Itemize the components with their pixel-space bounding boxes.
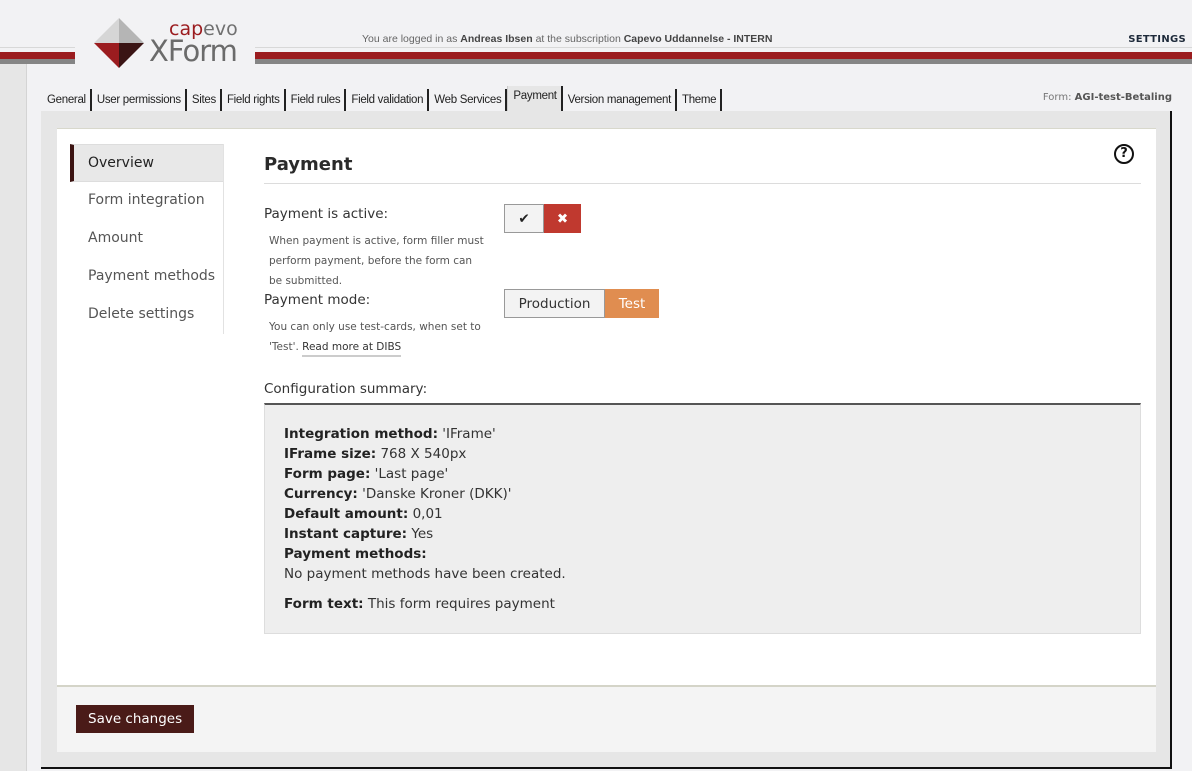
config-item: Form page: 'Last page' [284,466,449,482]
tab-version-management[interactable]: Version management [562,89,677,111]
config-summary: Integration method: 'IFrame' IFrame size… [264,403,1141,634]
payment-active-yes-button[interactable]: ✔ [504,204,544,233]
subscription-name: Capevo Uddannelse - INTERN [623,33,773,45]
tab-field-validation[interactable]: Field validation [346,89,430,111]
tab-web-services[interactable]: Web Services [429,89,508,111]
tab-field-rights[interactable]: Field rights [221,89,286,111]
form-name: AGI-test-Betaling [1074,92,1172,103]
username: Andreas Ibsen [460,33,533,45]
page: capevo XForm You are logged in as Andrea… [0,0,1192,771]
tab-field-rules[interactable]: Field rules [285,89,347,111]
payment-mode-toggle: Production Test [504,289,659,318]
logo-diamond-icon [94,18,144,68]
payment-mode-label: Payment mode: [264,292,371,308]
tab-general[interactable]: General [42,89,92,111]
payment-active-label: Payment is active: [264,206,389,222]
config-item: Integration method: 'IFrame' [284,426,496,442]
checkmark-icon: ✔ [518,210,530,227]
page-title: Payment [264,144,1141,184]
settings-link[interactable]: SETTINGS [1128,34,1186,45]
settings-frame: Overview Form integration Amount Payment… [41,111,1172,769]
config-item: Currency: 'Danske Kroner (DKK)' [284,486,512,502]
config-item: Payment methods: [284,546,427,562]
tab-payment[interactable]: Payment [507,86,563,111]
close-icon: ✖ [556,210,569,227]
read-more-dibs-link[interactable]: Read more at DIBS [302,341,402,357]
logo[interactable]: capevo XForm [75,10,255,76]
side-nav-overview[interactable]: Overview [70,144,223,182]
tab-user-permissions[interactable]: User permissions [91,89,187,111]
side-nav-payment-methods[interactable]: Payment methods [70,258,223,296]
tab-sites[interactable]: Sites [186,89,222,111]
save-changes-button[interactable]: Save changes [76,705,195,733]
payment-active-no-button[interactable]: ✖ [544,204,581,233]
help-icon[interactable]: ? [1114,144,1134,164]
payment-mode-test-button[interactable]: Test [605,289,659,318]
tab-theme[interactable]: Theme [676,89,723,111]
config-item: IFrame size: 768 X 540px [284,446,467,462]
payment-mode-setting: Payment mode: You can only use test-card… [264,289,1141,389]
panel-footer: Save changes [57,685,1156,752]
payment-mode-production-button[interactable]: Production [504,289,605,318]
left-gutter [0,64,27,771]
config-item: Default amount: 0,01 [284,506,443,522]
settings-tabs: General User permissions Sites Field rig… [42,86,723,111]
payment-mode-description: You can only use test-cards, when set to… [269,317,484,357]
payment-active-description: When payment is active, form filler must… [269,235,484,287]
payment-active-setting: Payment is active: When payment is activ… [264,184,1141,287]
payment-side-nav: Overview Form integration Amount Payment… [70,144,224,334]
form-name-label: Form: AGI-test-Betaling [1042,92,1172,103]
config-form-text: Form text: This form requires payment [284,596,555,612]
payment-panel: Overview Form integration Amount Payment… [57,128,1156,752]
side-nav-delete-settings[interactable]: Delete settings [70,296,223,334]
logo-xform: XForm [149,34,238,68]
payment-active-toggle: ✔ ✖ [504,204,581,233]
side-nav-form-integration[interactable]: Form integration [70,182,223,220]
payment-content: Payment ? Payment is active: When paymen… [264,144,1141,634]
config-item: Instant capture: Yes [284,526,434,542]
no-payment-methods-text: No payment methods have been created. [284,566,566,582]
side-nav-amount[interactable]: Amount [70,220,223,258]
logged-in-info: You are logged in as Andreas Ibsen at th… [362,33,773,45]
